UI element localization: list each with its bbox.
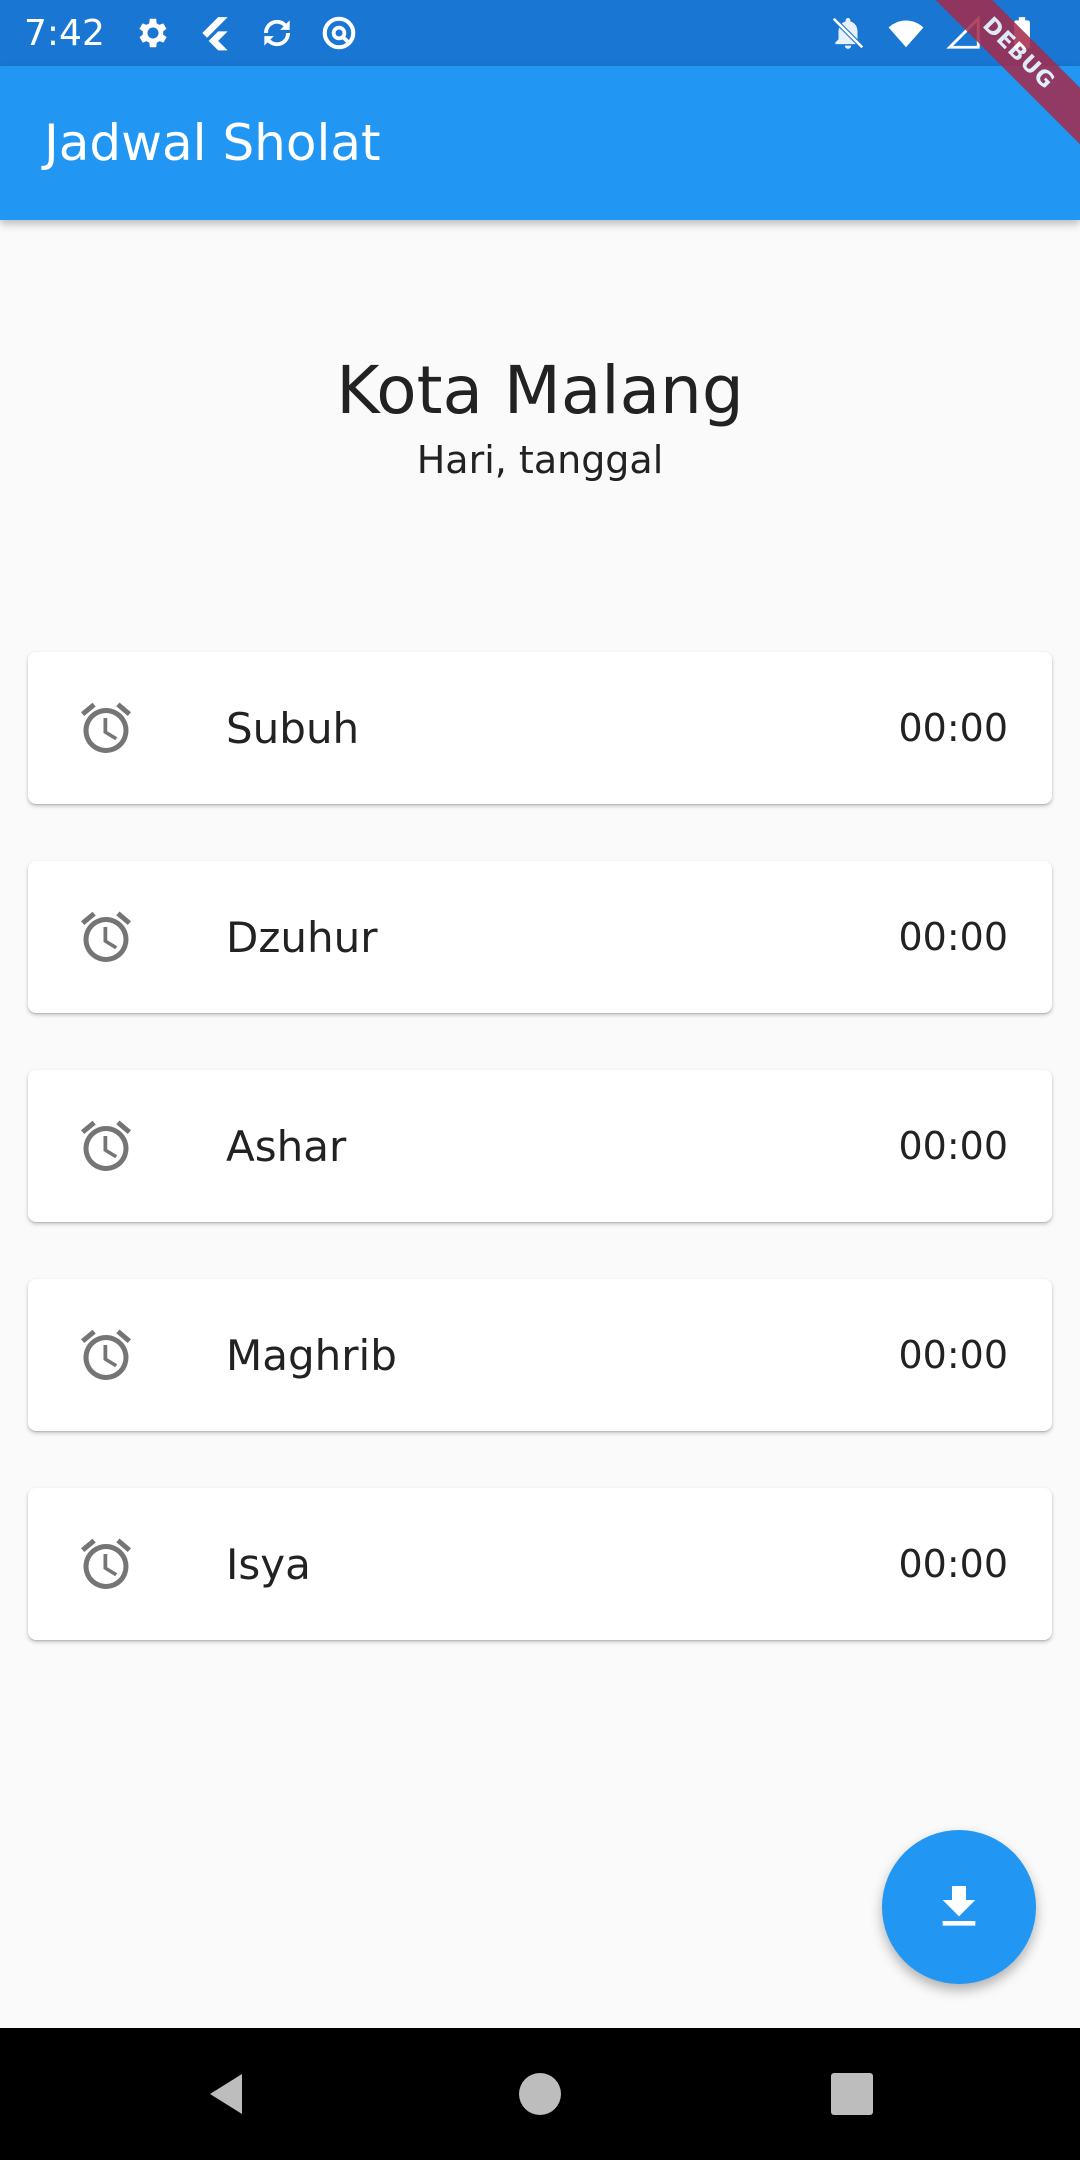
alarm-icon: [76, 1116, 136, 1176]
prayer-card-dzuhur[interactable]: Dzuhur 00:00: [28, 861, 1052, 1013]
prayer-card-maghrib[interactable]: Maghrib 00:00: [28, 1279, 1052, 1431]
prayer-name: Dzuhur: [226, 912, 378, 962]
download-icon: [942, 1886, 976, 1926]
sync-icon: [257, 13, 297, 53]
download-button[interactable]: [882, 1830, 1036, 1984]
prayer-time: 00:00: [898, 1333, 1008, 1377]
home-icon[interactable]: [510, 2064, 570, 2124]
prayer-card-ashar[interactable]: Ashar 00:00: [28, 1070, 1052, 1222]
gear-icon: [133, 13, 173, 53]
screen: 7:42 DEBUG Jadwal Sholat Kota Malang Har…: [0, 0, 1080, 2160]
app-bar: Jadwal Sholat: [0, 66, 1080, 220]
at-icon: [319, 13, 359, 53]
prayer-name: Maghrib: [226, 1330, 397, 1380]
prayer-time: 00:00: [898, 915, 1008, 959]
navigation-bar: [0, 2028, 1080, 2160]
alarm-icon: [76, 907, 136, 967]
prayer-name: Ashar: [226, 1121, 347, 1171]
status-bar: 7:42: [0, 0, 1080, 66]
alarm-icon: [76, 1534, 136, 1594]
prayer-name: Isya: [226, 1539, 311, 1589]
prayer-time: 00:00: [898, 1542, 1008, 1586]
city-title: Kota Malang: [336, 352, 744, 429]
flutter-icon: [195, 13, 235, 53]
app-title: Jadwal Sholat: [44, 114, 381, 172]
prayer-name: Subuh: [226, 703, 360, 753]
wifi-icon: [886, 13, 926, 53]
prayer-card-subuh[interactable]: Subuh 00:00: [28, 652, 1052, 804]
alarm-icon: [76, 1325, 136, 1385]
recents-icon[interactable]: [822, 2064, 882, 2124]
date-subtitle: Hari, tanggal: [416, 438, 664, 482]
status-icons-left: [133, 13, 359, 53]
prayer-time: 00:00: [898, 1124, 1008, 1168]
prayer-time: 00:00: [898, 706, 1008, 750]
notifications-off-icon: [828, 13, 868, 53]
back-icon[interactable]: [196, 2064, 256, 2124]
status-time: 7:42: [24, 12, 105, 54]
alarm-icon: [76, 698, 136, 758]
prayer-list: Subuh 00:00 Dzuhur 00:00 Ashar 00:00 Mag…: [28, 652, 1052, 1697]
prayer-card-isya[interactable]: Isya 00:00: [28, 1488, 1052, 1640]
